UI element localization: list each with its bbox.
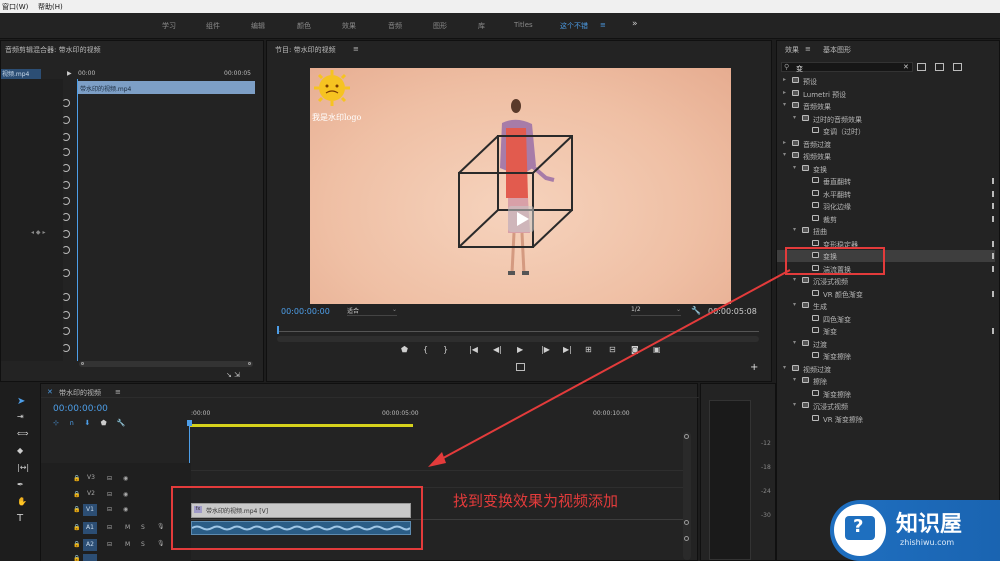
logo-text: 知识屋 [896,512,963,537]
site-logo: ? 知识屋 zhishiwu.com [830,500,1000,561]
question-mark-icon: ? [853,516,864,537]
effect-highlight-box [785,247,885,275]
premiere-app: 窗口(W) 帮助(H) 学习 组件 编辑 颜色 效果 音频 图形 库 Title… [0,0,1000,561]
logo-url: zhishiwu.com [900,538,955,547]
arrow-head-icon [428,452,446,467]
arrow-line [433,269,791,464]
logo-circle: ? [834,504,886,556]
annotation-arrow [428,247,885,467]
